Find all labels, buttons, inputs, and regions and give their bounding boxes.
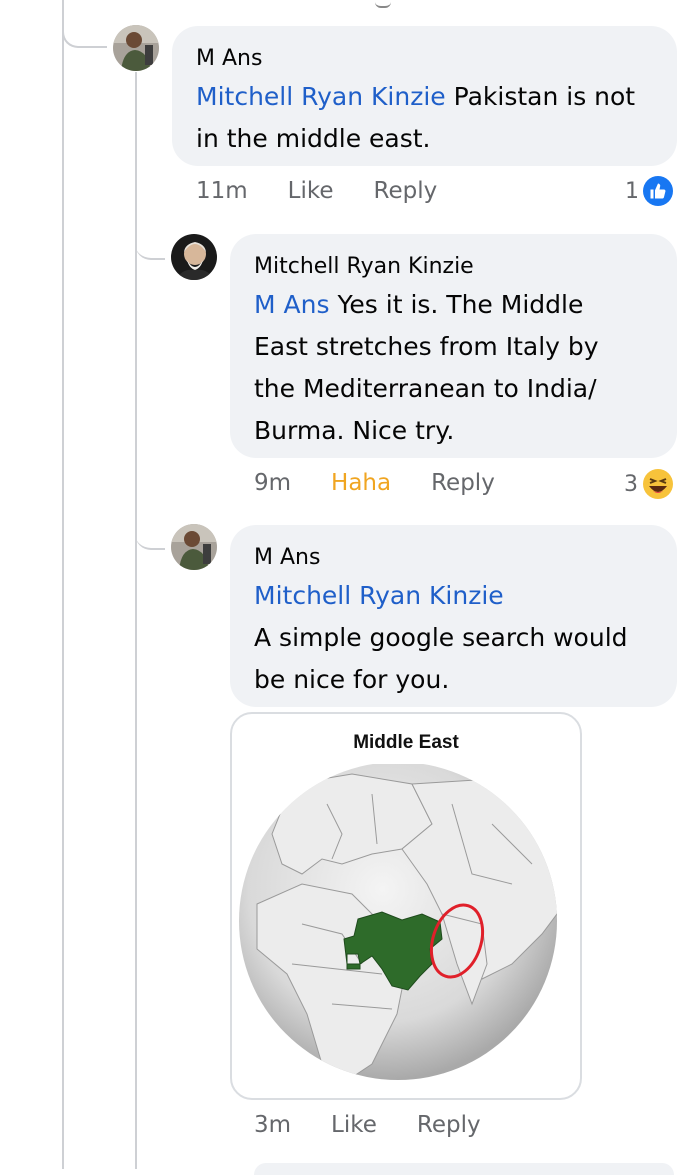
comment-actions: 9m Haha Reply [254, 470, 535, 496]
reaction-summary[interactable]: 3 [624, 468, 674, 500]
comment-time[interactable]: 3m [254, 1112, 291, 1138]
reaction-summary[interactable]: 1 [625, 176, 673, 206]
comment-text: M Ans Yes it is. The Middle East stretch… [254, 284, 653, 452]
comment-text: Mitchell Ryan Kinzie Pakistan is not in … [196, 76, 653, 160]
mention-link[interactable]: M Ans [254, 290, 330, 319]
comment-author[interactable]: M Ans [254, 541, 653, 575]
comment-actions: 11m Like Reply [196, 178, 477, 204]
thread-line-outer [62, 0, 64, 1169]
globe-map [239, 764, 557, 1080]
mention-link[interactable]: Mitchell Ryan Kinzie [196, 82, 446, 111]
comment-bubble: Mitchell Ryan Kinzie M Ans Yes it is. Th… [230, 234, 677, 458]
comment-text-line: East stretches from Italy by [254, 332, 599, 361]
comment-text-line: be nice for you. [254, 665, 450, 694]
comment-author[interactable]: M Ans [196, 42, 653, 76]
comment-bubble: M Ans Mitchell Ryan Kinzie A simple goog… [230, 525, 677, 707]
comment-time[interactable]: 11m [196, 178, 248, 204]
mention-link[interactable]: Mitchell Ryan Kinzie [254, 581, 504, 610]
reply-button[interactable]: Reply [417, 1112, 481, 1138]
next-comment-bubble [254, 1163, 674, 1175]
like-reaction-icon [643, 176, 673, 206]
avatar[interactable] [113, 25, 159, 71]
comment-text-line: in the middle east. [196, 124, 431, 153]
haha-reaction-icon [643, 469, 673, 499]
avatar[interactable] [171, 234, 217, 280]
comment-text: Mitchell Ryan Kinzie A simple google sea… [254, 575, 653, 701]
comment-time[interactable]: 9m [254, 470, 291, 496]
comment-text-line: the Mediterranean to India/ [254, 374, 597, 403]
comment-text-line: Burma. Nice try. [254, 416, 455, 445]
comment-text-line: A simple google search would [254, 623, 628, 652]
haha-button[interactable]: Haha [331, 470, 391, 496]
avatar[interactable] [171, 524, 217, 570]
reply-button[interactable]: Reply [431, 470, 495, 496]
thread-connector-2 [135, 230, 165, 260]
comment-text-line: Yes it is. The Middle [329, 290, 584, 319]
comment-author[interactable]: Mitchell Ryan Kinzie [254, 250, 653, 284]
comment-bubble: M Ans Mitchell Ryan Kinzie Pakistan is n… [172, 26, 677, 166]
like-button[interactable]: Like [288, 178, 334, 204]
thread-connector-1 [62, 18, 107, 48]
like-button[interactable]: Like [331, 1112, 377, 1138]
cropped-reply-fragment [375, 0, 391, 8]
comment-text-line: Pakistan is not [445, 82, 636, 111]
attachment-title: Middle East [353, 732, 459, 753]
reaction-count: 1 [625, 178, 639, 204]
thread-connector-3 [135, 520, 165, 550]
reply-button[interactable]: Reply [374, 178, 438, 204]
comment-actions: 3m Like Reply [254, 1112, 521, 1138]
reaction-count: 3 [624, 471, 638, 497]
image-attachment[interactable]: Middle East [230, 712, 582, 1100]
